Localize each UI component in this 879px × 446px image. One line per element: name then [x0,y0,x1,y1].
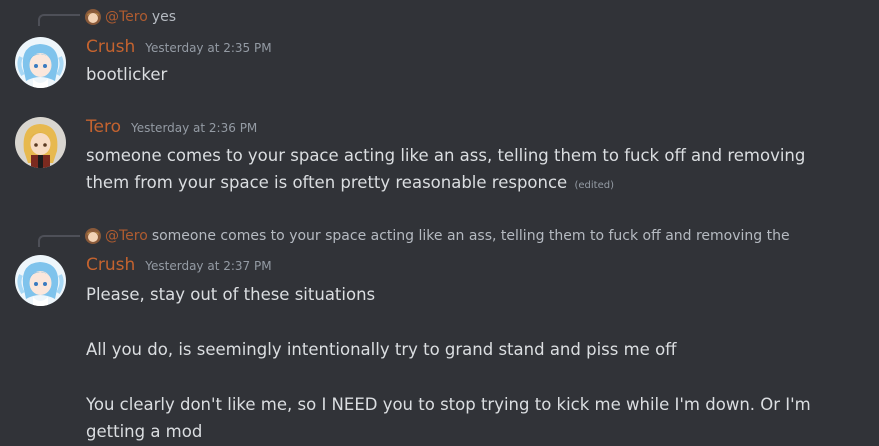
reply-mention[interactable]: @Tero [105,228,148,244]
message-line: You clearly don't like me, so I NEED you… [86,395,811,441]
edited-label: (edited) [574,180,614,191]
message-header: Crush Yesterday at 2:35 PM [86,37,272,57]
reply-mention[interactable]: @Tero [105,9,148,25]
reply-avatar-icon [85,9,101,25]
message-line: bootlicker [86,65,168,84]
message-text: someone comes to your space acting like … [86,146,806,192]
message-line: someone comes to your space acting like … [86,142,846,199]
reply-preview[interactable]: @Tero someone comes to your space acting… [85,225,819,247]
username[interactable]: Crush [86,255,135,275]
message-line: All you do, is seemingly intentionally t… [86,340,677,359]
reply-spine [38,14,80,26]
anime-girl-blonde-hair-avatar-icon[interactable] [15,117,66,168]
timestamp[interactable]: Yesterday at 2:35 PM [145,41,271,55]
message-line: Please, stay out of these situations [86,285,376,304]
reply-text: yes [151,9,177,25]
reply-spine [38,235,80,247]
timestamp[interactable]: Yesterday at 2:36 PM [131,121,257,135]
message-content: Please, stay out of these situations All… [86,281,846,445]
message-header: Crush Yesterday at 2:37 PM [86,255,272,275]
username[interactable]: Tero [86,117,121,137]
chat-message-list: @Tero yes Crush Yesterday at 2:35 PM boo… [0,0,879,446]
message-tero: Tero Yesterday at 2:36 PM someone comes … [0,110,879,230]
message-header: Tero Yesterday at 2:36 PM [86,117,257,137]
reply-preview[interactable]: @Tero yes [85,6,176,28]
reply-text: someone comes to your space acting like … [151,228,790,244]
message-content: bootlicker [86,61,846,88]
username[interactable]: Crush [86,37,135,57]
anime-girl-blue-hair-avatar-icon[interactable] [15,255,66,306]
message-crush-2: @Tero someone comes to your space acting… [0,222,879,446]
reply-avatar-icon [85,228,101,244]
anime-girl-blue-hair-avatar-icon[interactable] [15,37,66,88]
message-content: someone comes to your space acting like … [86,142,846,199]
timestamp[interactable]: Yesterday at 2:37 PM [145,259,271,273]
message-crush-1: @Tero yes Crush Yesterday at 2:35 PM boo… [0,0,879,110]
